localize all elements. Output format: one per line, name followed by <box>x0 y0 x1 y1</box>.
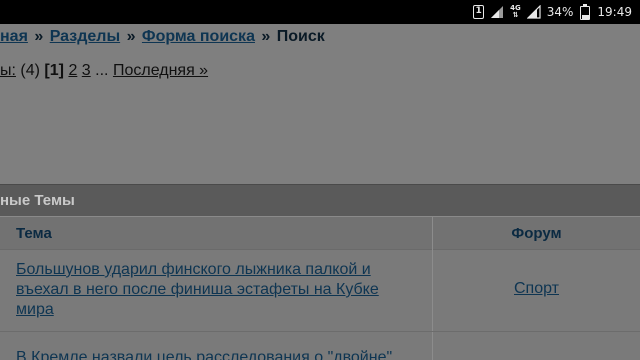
sim-icon: 1 <box>473 4 485 20</box>
top-area: ная » Разделы » Форма поиска » Поиск ы: … <box>0 24 640 184</box>
battery-percent: 34% <box>546 5 574 19</box>
pagination-current-page: [1] <box>44 62 64 79</box>
table-row: Большунов ударил финского лыжника палкой… <box>0 250 640 332</box>
forum-link[interactable]: Спорт <box>433 280 640 298</box>
pagination-last-link[interactable]: Последняя » <box>113 62 208 79</box>
breadcrumb-separator: » <box>261 28 271 45</box>
column-header-topic: Тема <box>16 225 52 242</box>
breadcrumb-current: Поиск <box>276 28 325 45</box>
panel-header: ные Темы <box>0 184 640 216</box>
breadcrumb-search-form-link[interactable]: Форма поиска <box>142 28 255 45</box>
signal-icon-2 <box>526 4 541 20</box>
battery-fill <box>581 14 589 19</box>
table-header-row: Тема Форум <box>0 216 640 251</box>
topic-link[interactable]: Большунов ударил финского лыжника палкой… <box>16 260 416 320</box>
battery-icon <box>579 4 591 20</box>
status-bar: 1 4G ⇅ 34% 19:49 <box>0 0 640 24</box>
column-header-forum: Форум <box>511 225 562 242</box>
signal-icon <box>490 4 504 20</box>
sim-badge: 1 <box>473 5 485 19</box>
pagination-label[interactable]: ы: <box>0 62 16 79</box>
breadcrumb-home-link[interactable]: ная <box>0 28 28 45</box>
clock: 19:49 <box>597 5 632 19</box>
breadcrumb: ная » Разделы » Форма поиска » Поиск <box>0 28 325 46</box>
pagination: ы: (4) [1] 2 3 ... Последняя » <box>0 62 208 80</box>
pagination-page-3[interactable]: 3 <box>82 62 91 79</box>
breadcrumb-separator: » <box>34 28 44 45</box>
pagination-count: (4) <box>20 62 40 79</box>
pagination-ellipsis: ... <box>95 62 109 79</box>
breadcrumb-sections-link[interactable]: Разделы <box>50 28 120 45</box>
breadcrumb-separator: » <box>126 28 136 45</box>
pagination-page-2[interactable]: 2 <box>68 62 77 79</box>
column-divider <box>432 332 433 360</box>
topic-link[interactable]: В Кремле назвали цель расследования о "д… <box>16 348 416 360</box>
network-type-icon: 4G ⇅ <box>510 4 521 19</box>
table-row: В Кремле назвали цель расследования о "д… <box>0 332 640 360</box>
